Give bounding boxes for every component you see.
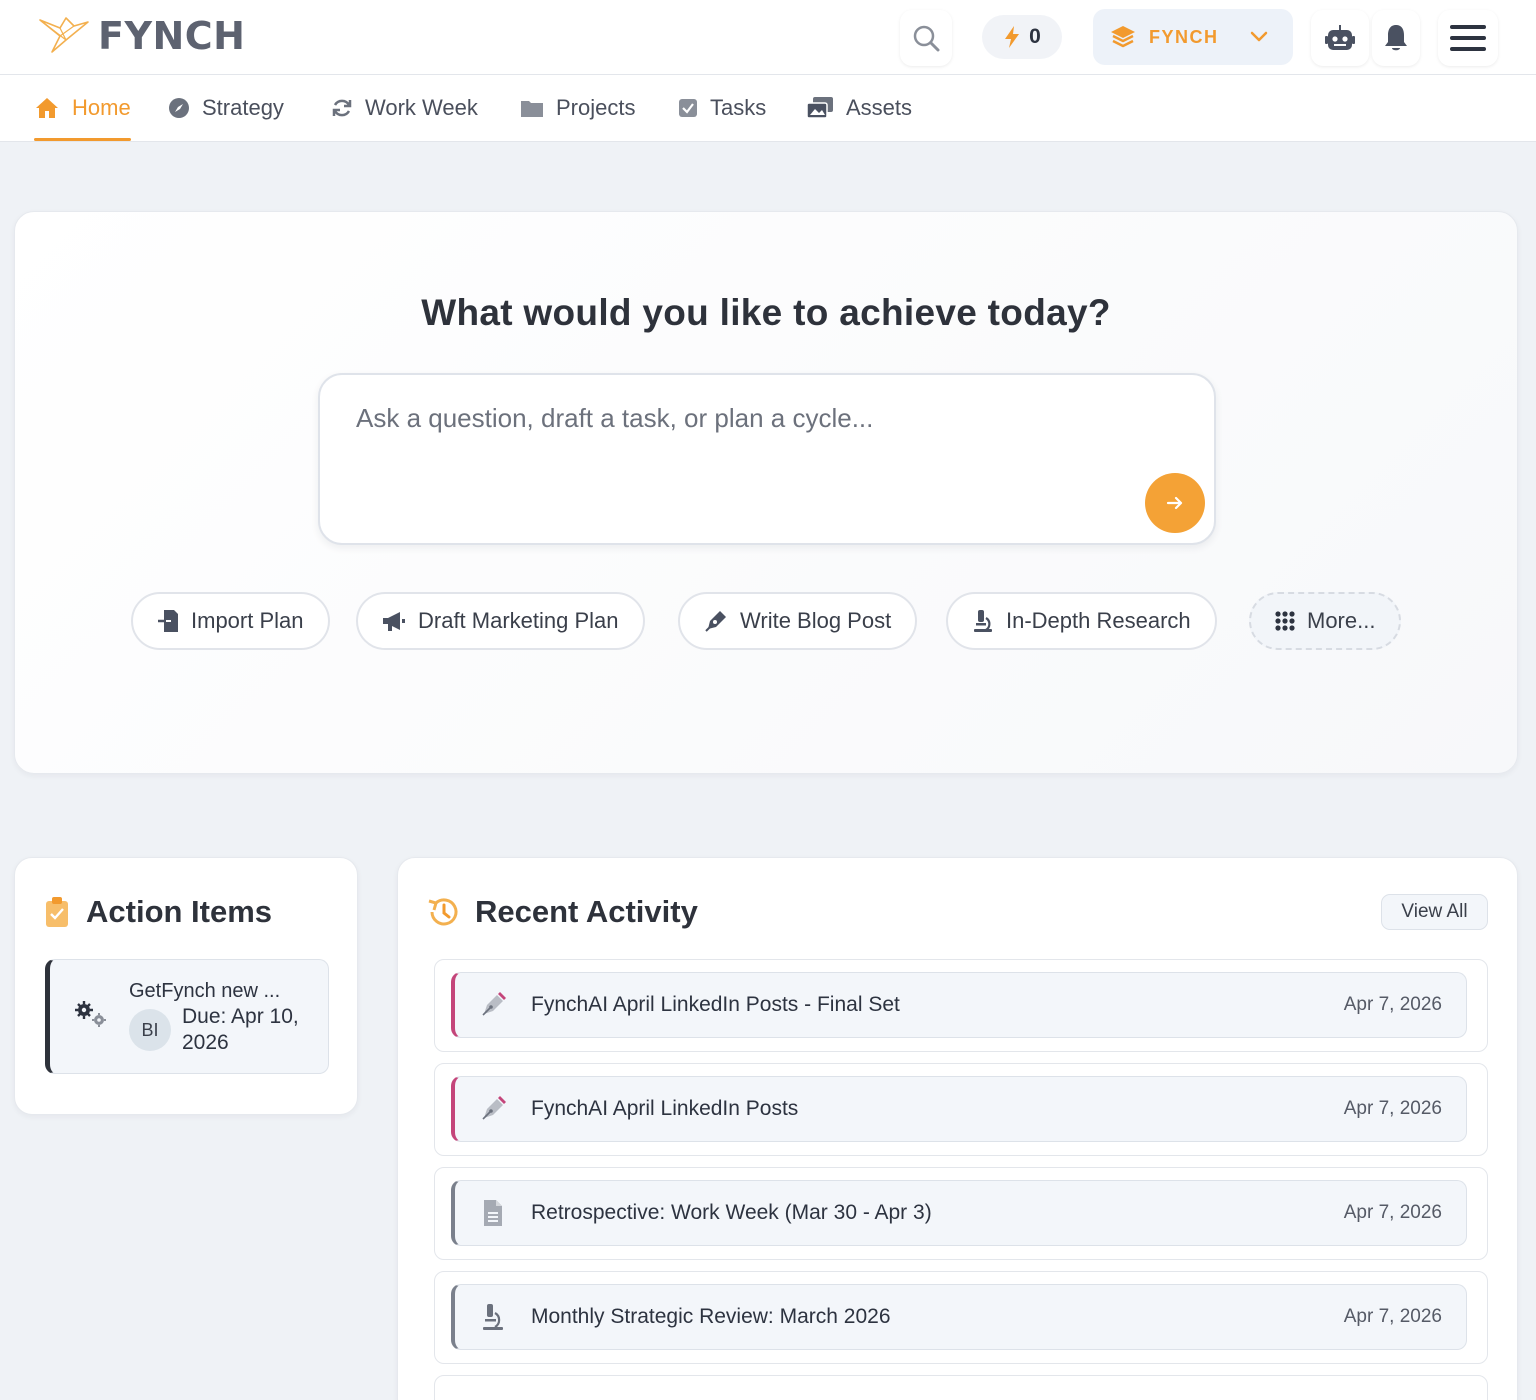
compass-icon bbox=[169, 98, 189, 118]
activity-title: Retrospective: Work Week (Mar 30 - Apr 3… bbox=[531, 1201, 932, 1224]
folder-icon bbox=[521, 101, 543, 117]
pen-icon bbox=[705, 611, 726, 632]
images-icon bbox=[806, 97, 833, 119]
nav-projects[interactable]: Projects bbox=[520, 75, 635, 141]
nav-home-label: Home bbox=[72, 95, 131, 120]
nav-strategy-label: Strategy bbox=[202, 95, 284, 120]
chip-import-plan[interactable]: Import Plan bbox=[131, 592, 330, 650]
activity-row[interactable]: Monthly Strategic Review: March 2026 Apr… bbox=[451, 1284, 1467, 1350]
list-item[interactable]: FynchAI April LinkedIn Posts Apr 7, 2026 bbox=[434, 1063, 1488, 1156]
list-item[interactable] bbox=[434, 1375, 1488, 1400]
main-nav: Home Strategy Work Week Projects Tasks A… bbox=[0, 75, 1536, 142]
prompt-box bbox=[318, 373, 1216, 545]
chip-more-label: More... bbox=[1307, 608, 1376, 633]
refresh-icon bbox=[332, 99, 352, 117]
history-icon bbox=[428, 898, 458, 926]
main-menu-button[interactable] bbox=[1438, 10, 1498, 66]
microscope-icon bbox=[483, 1304, 503, 1330]
list-item[interactable]: Retrospective: Work Week (Mar 30 - Apr 3… bbox=[434, 1167, 1488, 1260]
credits-count: 0 bbox=[1029, 25, 1041, 48]
activity-date: Apr 7, 2026 bbox=[1343, 1098, 1442, 1119]
nav-tasks-label: Tasks bbox=[710, 95, 767, 120]
activity-row[interactable]: FynchAI April LinkedIn Posts - Final Set… bbox=[451, 972, 1467, 1038]
activity-date: Apr 7, 2026 bbox=[1343, 1202, 1442, 1223]
workspace-selector[interactable]: FYNCH bbox=[1093, 9, 1293, 65]
chip-draft-marketing-plan-label: Draft Marketing Plan bbox=[418, 608, 619, 633]
grid-icon bbox=[1275, 611, 1295, 631]
activity-title: FynchAI April LinkedIn Posts - Final Set bbox=[531, 993, 900, 1016]
list-item[interactable]: FynchAI April LinkedIn Posts - Final Set… bbox=[434, 959, 1488, 1052]
microscope-icon bbox=[974, 610, 992, 632]
chip-write-blog-post[interactable]: Write Blog Post bbox=[678, 592, 918, 650]
chip-more[interactable]: More... bbox=[1249, 592, 1402, 650]
action-item[interactable]: GetFynch new ... BI Due: Apr 10, 2026 bbox=[45, 959, 329, 1074]
gears-icon bbox=[75, 1001, 106, 1027]
chip-draft-marketing-plan[interactable]: Draft Marketing Plan bbox=[356, 592, 645, 650]
lightning-icon bbox=[1005, 26, 1020, 48]
list-item[interactable]: Monthly Strategic Review: March 2026 Apr… bbox=[434, 1271, 1488, 1364]
hero-title: What would you like to achieve today? bbox=[421, 292, 1111, 333]
pen-nib-icon bbox=[482, 1096, 506, 1120]
notifications-button[interactable] bbox=[1372, 10, 1420, 66]
home-icon bbox=[36, 98, 58, 118]
activity-title: Monthly Strategic Review: March 2026 bbox=[531, 1305, 891, 1328]
activity-title: FynchAI April LinkedIn Posts bbox=[531, 1097, 799, 1120]
nav-work-week-label: Work Week bbox=[365, 95, 478, 120]
bird-logo-icon bbox=[39, 17, 89, 53]
ai-assistant-button[interactable] bbox=[1311, 10, 1369, 66]
nav-work-week[interactable]: Work Week bbox=[331, 75, 478, 141]
pen-nib-icon bbox=[482, 992, 506, 1016]
workspace-name: FYNCH bbox=[1149, 26, 1219, 47]
import-icon bbox=[158, 610, 178, 632]
layers-icon bbox=[1111, 26, 1135, 48]
action-items-title: Action Items bbox=[86, 894, 273, 929]
credits-badge[interactable]: 0 bbox=[982, 15, 1062, 59]
activity-date: Apr 7, 2026 bbox=[1343, 994, 1442, 1015]
recent-activity-title: Recent Activity bbox=[475, 894, 698, 929]
view-all-button[interactable]: View All bbox=[1381, 894, 1488, 930]
action-item-name: GetFynch new ... bbox=[129, 980, 281, 1002]
brand-logo[interactable]: FYNCH bbox=[38, 14, 245, 58]
recent-activity-card: Recent Activity View All FynchAI April L… bbox=[397, 857, 1518, 1400]
search-icon bbox=[913, 25, 940, 52]
nav-assets[interactable]: Assets bbox=[806, 75, 912, 141]
activity-date: Apr 7, 2026 bbox=[1343, 1306, 1442, 1327]
chip-in-depth-research[interactable]: In-Depth Research bbox=[946, 592, 1217, 650]
nav-strategy[interactable]: Strategy bbox=[168, 75, 284, 141]
megaphone-icon bbox=[383, 612, 405, 631]
chevron-down-icon bbox=[1239, 22, 1279, 52]
send-button[interactable] bbox=[1145, 473, 1205, 533]
checkbox-icon bbox=[679, 99, 697, 117]
document-icon bbox=[484, 1200, 502, 1226]
robot-icon bbox=[1325, 25, 1355, 50]
hamburger-icon bbox=[1450, 25, 1486, 51]
nav-home[interactable]: Home bbox=[34, 75, 131, 141]
hero-card: What would you like to achieve today? Im… bbox=[14, 211, 1518, 774]
top-bar: FYNCH 0 FYNCH bbox=[0, 0, 1536, 75]
chip-write-blog-post-label: Write Blog Post bbox=[740, 608, 892, 633]
action-items-card: Action Items GetFynch new ... BI Due: Ap… bbox=[14, 857, 358, 1115]
activity-row[interactable]: Retrospective: Work Week (Mar 30 - Apr 3… bbox=[451, 1180, 1467, 1246]
prompt-input[interactable] bbox=[356, 403, 1156, 493]
chip-in-depth-research-label: In-Depth Research bbox=[1006, 608, 1191, 633]
bell-icon bbox=[1385, 25, 1407, 51]
chip-import-plan-label: Import Plan bbox=[191, 608, 304, 633]
avatar: BI bbox=[129, 1009, 171, 1051]
clipboard-check-icon bbox=[46, 897, 68, 927]
arrow-right-icon bbox=[1166, 496, 1183, 510]
search-button[interactable] bbox=[900, 10, 952, 66]
nav-projects-label: Projects bbox=[556, 95, 636, 120]
action-item-due: Due: Apr 10, 2026 bbox=[182, 1005, 299, 1054]
activity-row[interactable]: FynchAI April LinkedIn Posts Apr 7, 2026 bbox=[451, 1076, 1467, 1142]
nav-tasks[interactable]: Tasks bbox=[678, 75, 766, 141]
nav-assets-label: Assets bbox=[846, 95, 913, 120]
brand-name: FYNCH bbox=[98, 14, 246, 58]
